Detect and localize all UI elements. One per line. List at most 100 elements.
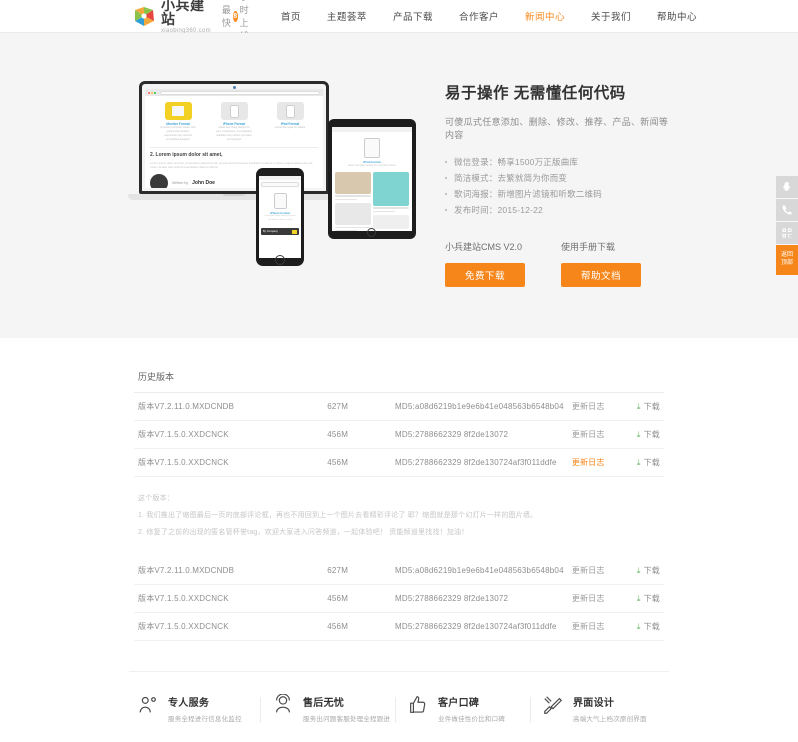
qrcode-icon[interactable] <box>776 222 798 244</box>
person-icon <box>137 694 161 716</box>
release-note-line: 2. 修复了之前的出现的匿名管杯誉tag，欢迎大家进入问答频道，一起体验吧！ 资… <box>138 529 469 536</box>
nav-item-help[interactable]: 帮助中心 <box>657 9 697 23</box>
version-table-one: 版本V7.2.11.0.MXDCNDB 627M MD5:a08d6219b1e… <box>134 393 664 477</box>
features-strip: 专人服务 服务全程进行信息化监控 售后无忧 服务出问题客服处理全程跟进 客户口碑… <box>129 671 669 723</box>
download-label: 下载 <box>643 402 660 411</box>
pencil-ruler-icon <box>542 694 566 716</box>
back-to-top-button[interactable]: 返回 顶部 <box>776 245 798 275</box>
feature-item-design: 界面设计 高端大气上档次原创界面 <box>530 694 669 723</box>
phone-home-button-icon <box>275 255 285 265</box>
table-row: 版本V7.1.5.0.XXDCNCK 456M MD5:2788662329 8… <box>134 420 664 449</box>
feature-item-reputation: 客户口碑 业件做佳性价比和口碑 <box>395 694 534 723</box>
download-link[interactable]: ⤓ 下载 <box>637 621 660 632</box>
nav-item-about[interactable]: 关于我们 <box>591 9 631 23</box>
version-name: 版本V7.1.5.0.XXDCNCK <box>134 612 324 641</box>
download-label: 下载 <box>643 594 660 603</box>
mock-card-ipad: iPad Format Layout fits great on tablets <box>272 102 308 142</box>
table-row: 版本V7.2.11.0.MXDCNDB 627M MD5:a08d6219b1e… <box>134 393 664 421</box>
version-size: 456M <box>323 448 392 477</box>
mock-avatar <box>150 173 168 188</box>
nav-item-news[interactable]: 新闻中心 <box>525 9 565 23</box>
hero-list-item: 歌词海报：新增图片滤镜和听歌二维码 <box>445 186 677 202</box>
version-size: 456M <box>323 420 392 449</box>
download-label: 下载 <box>643 622 660 631</box>
device-mockup-image: Monitor Format A perfect computer viewer… <box>121 73 421 273</box>
mock-card-iphone: iPhone Format Clean and sharp design for… <box>216 102 252 142</box>
version-table-two: 版本V7.2.11.0.MXDCNDB 627M MD5:a08d6219b1e… <box>134 557 664 641</box>
feature-desc: 服务出问题客服处理全程跟进 <box>303 716 391 723</box>
tablet-mockup: iPad Format Clean and sharp design for y… <box>328 119 416 239</box>
version-name: 版本V7.2.11.0.MXDCNDB <box>134 557 324 585</box>
nav-item-themes[interactable]: 主题荟萃 <box>327 9 367 23</box>
download-icon: ⤓ <box>636 565 641 575</box>
mock-author-name: John Doe <box>192 179 215 186</box>
feature-desc: 业件做佳性价比和口碑 <box>438 716 505 723</box>
changelog-link[interactable]: 更新日志 <box>572 402 605 411</box>
table-row: 版本V7.1.5.0.XXDCNCK 456M MD5:2788662329 8… <box>134 584 664 613</box>
version-size: 456M <box>323 612 392 641</box>
download-link[interactable]: ⤓ 下载 <box>637 457 660 468</box>
version-size: 627M <box>323 557 392 585</box>
changelog-link[interactable]: 更新日志 <box>572 594 605 603</box>
version-name: 版本V7.1.5.0.XXDCNCK <box>134 420 324 449</box>
floating-side-toolbar: 返回 顶部 <box>776 176 798 275</box>
logo-title: 小兵建站 <box>161 0 205 27</box>
version-size: 627M <box>323 393 392 421</box>
mock-article-heading: 2. Lorem ipsum dolor sit amet, <box>150 151 223 158</box>
table-row: 版本V7.1.5.0.XXDCNCK 456M MD5:2788662329 8… <box>134 612 664 641</box>
tablet-home-button-icon <box>367 228 376 237</box>
version-md5: MD5:a08d6219b1e9e6b41e048563b6548b04 <box>391 393 568 421</box>
mock-phone-cta: By Company <box>263 230 278 234</box>
version-md5: MD5:a08d6219b1e9e6b41e048563b6548b04 <box>391 557 568 585</box>
hero-feature-list: 微信登录：畅享1500万正版曲库 简洁模式：去繁就简为你而变 歌词海报：新增图片… <box>445 154 677 218</box>
changelog-link[interactable]: 更新日志 <box>572 566 605 575</box>
download-link[interactable]: ⤓ 下载 <box>637 565 660 576</box>
nav-item-home[interactable]: 首页 <box>281 9 301 23</box>
feature-title: 专人服务 <box>168 698 210 709</box>
logo[interactable]: 小兵建站 xiaobing360.com <box>133 0 211 34</box>
nav-item-downloads[interactable]: 产品下载 <box>393 9 433 23</box>
download-link[interactable]: ⤓ 下载 <box>637 429 660 440</box>
versions-section: 历史版本 版本V7.2.11.0.MXDCNDB 627M MD5:a08d62… <box>134 338 664 641</box>
release-note-line: 这个版本： <box>138 495 174 502</box>
phone-mockup: iPhone Format Clean and sharp design for… <box>256 168 304 266</box>
tagline-badge: 8 <box>232 10 238 22</box>
version-size: 456M <box>323 584 392 613</box>
free-download-button[interactable]: 免费下载 <box>445 263 525 287</box>
table-row: 版本V7.2.11.0.MXDCNDB 627M MD5:a08d6219b1e… <box>134 557 664 585</box>
download-link[interactable]: ⤓ 下载 <box>637 593 660 604</box>
version-md5: MD5:2788662329 8f2de130724af3f011ddfe <box>391 448 568 477</box>
version-md5: MD5:2788662329 8f2de130724af3f011ddfe <box>391 612 568 641</box>
mock-card-desc: Clean and sharp design for your smartpho… <box>216 126 252 141</box>
hero-action-cms: 小兵建站CMS V2.0 免费下载 <box>445 240 525 287</box>
release-note-line: 1. 我们推出了缩图最后一页的底部评论框，再也不用回到上一个图片去看精彩评论了 … <box>138 512 538 519</box>
phone-icon[interactable] <box>776 199 798 221</box>
hero-list-item: 简洁模式：去繁就简为你而变 <box>445 170 677 186</box>
feature-title: 客户口碑 <box>438 698 480 709</box>
version-md5: MD5:2788662329 8f2de13072 <box>391 584 568 613</box>
brand-logo-icon <box>133 5 156 28</box>
changelog-link[interactable]: 更新日志 <box>572 622 605 631</box>
manual-download-label: 使用手册下载 <box>561 242 616 252</box>
download-label: 下载 <box>643 430 660 439</box>
mock-card-monitor: Monitor Format A perfect computer viewer… <box>160 102 196 142</box>
download-icon: ⤓ <box>636 401 641 411</box>
download-link[interactable]: ⤓ 下载 <box>637 401 660 412</box>
nav-item-clients[interactable]: 合作客户 <box>459 9 499 23</box>
feature-desc: 服务全程进行信息化监控 <box>168 716 242 723</box>
version-md5: MD5:2788662329 8f2de13072 <box>391 420 568 449</box>
back-to-top-line2: 顶部 <box>780 260 793 266</box>
qq-icon[interactable] <box>776 176 798 198</box>
cms-version-label: 小兵建站CMS V2.0 <box>445 242 523 252</box>
version-name: 版本V7.1.5.0.XXDCNCK <box>134 584 324 613</box>
help-docs-button[interactable]: 帮助文档 <box>561 263 641 287</box>
hero-copy: 易于操作 无需懂任何代码 可傻瓜式任意添加、删除、修改、推荐、产品、新闻等内容 … <box>445 73 677 287</box>
hero-actions: 小兵建站CMS V2.0 免费下载 使用手册下载 帮助文档 <box>445 240 677 287</box>
version-name: 版本V7.2.11.0.MXDCNDB <box>134 393 324 421</box>
changelog-link[interactable]: 更新日志 <box>572 458 605 467</box>
changelog-link[interactable]: 更新日志 <box>572 430 605 439</box>
feature-title: 界面设计 <box>573 698 615 709</box>
hero-list-item: 微信登录：畅享1500万正版曲库 <box>445 154 677 170</box>
download-icon: ⤓ <box>636 457 641 467</box>
main-nav: 首页 主题荟萃 产品下载 合作客户 新闻中心 关于我们 帮助中心 <box>255 9 798 23</box>
